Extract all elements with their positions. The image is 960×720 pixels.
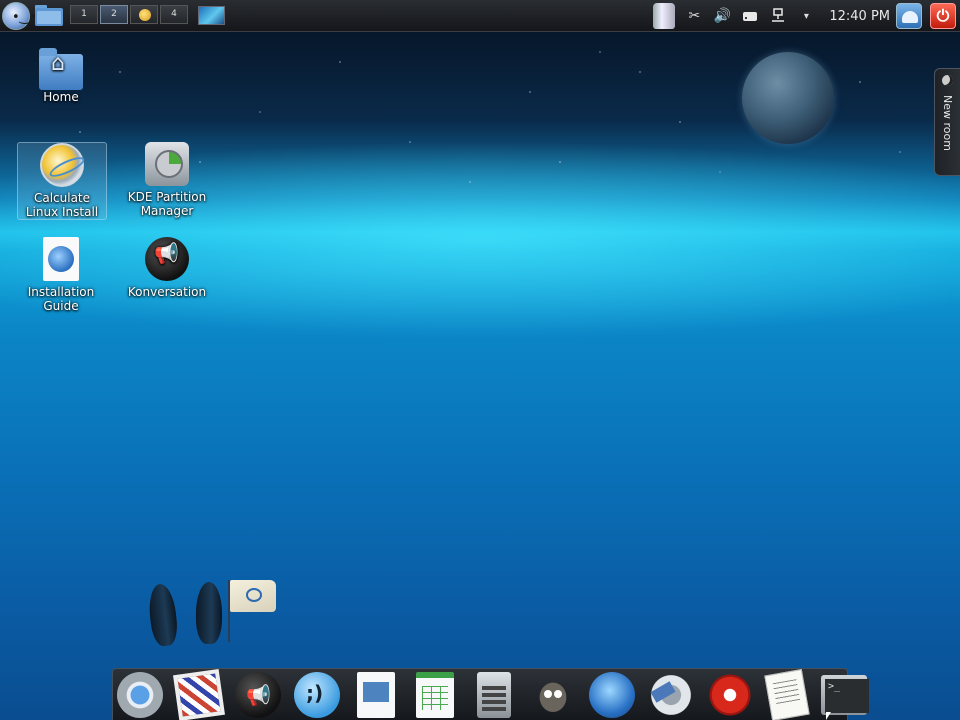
desktop-icon-konversation[interactable]: Konversation (122, 237, 212, 299)
lock-screen-icon (902, 11, 918, 23)
desktop-icon-calculate-linux-install[interactable]: Calculate Linux Install (17, 142, 107, 220)
network-icon[interactable] (769, 7, 787, 25)
dropdown-icon[interactable]: ▾ (797, 7, 815, 25)
spreadsheet-icon[interactable] (416, 671, 454, 718)
pager-desktop-3[interactable] (130, 5, 158, 24)
drive-icon[interactable] (741, 7, 759, 25)
media-red-icon[interactable] (707, 671, 753, 718)
desktop-icon-label: Konversation (127, 285, 207, 299)
pager-desktop-4[interactable]: 4 (160, 5, 188, 24)
desktop-icon-label: Calculate Linux Install (25, 191, 99, 219)
folder-icon[interactable] (34, 3, 64, 27)
top-panel: •‿• 1 2 4 ✂ 🔊 ▾ 12:40 PM ⏻ (0, 0, 960, 32)
mouse-cursor (826, 712, 831, 720)
penguin-wallpaper (196, 582, 222, 644)
activity-moon-icon (942, 75, 953, 86)
desktop-icon-installation-guide[interactable]: Installation Guide (16, 237, 106, 313)
document-globe-icon (43, 237, 79, 281)
desktop-pager: 1 2 4 (70, 5, 188, 24)
system-tray: ✂ 🔊 ▾ 12:40 PM (653, 0, 890, 32)
trash-icon[interactable] (653, 3, 676, 29)
desktop-icon-label: Installation Guide (27, 285, 95, 313)
desktop-icon-label: KDE Partition Manager (127, 190, 207, 218)
show-desktop-button[interactable] (198, 6, 225, 25)
scissors-icon[interactable]: ✂ (685, 7, 703, 25)
lock-screen-button[interactable] (896, 3, 922, 29)
partition-manager-icon (145, 142, 189, 186)
media-player-icon[interactable] (648, 671, 694, 718)
gimp-icon[interactable] (530, 671, 576, 718)
pager-desktop-2[interactable]: 2 (100, 5, 128, 24)
home-folder-icon (39, 48, 83, 90)
mail-icon[interactable] (173, 668, 225, 720)
chromium-icon[interactable] (117, 671, 163, 718)
konversation-icon[interactable] (235, 671, 281, 718)
app-dock (112, 668, 869, 720)
desktop-icon-label: Home (43, 90, 79, 104)
activity-tab[interactable]: New room (934, 68, 960, 176)
app-launcher-icon[interactable]: •‿• (2, 2, 38, 30)
kopete-icon[interactable] (294, 671, 340, 718)
panel-clock[interactable]: 12:40 PM (829, 9, 890, 24)
activity-tab-label: New room (941, 95, 954, 151)
firefox-icon[interactable] (589, 671, 635, 718)
desktop-icon-kde-partition-manager[interactable]: KDE Partition Manager (122, 142, 212, 218)
window-thumbnail-icon (139, 9, 151, 21)
terminal-icon[interactable] (821, 674, 869, 715)
desktop-icon-home[interactable]: Home (16, 48, 106, 104)
power-button[interactable]: ⏻ (930, 3, 956, 29)
installer-disc-icon (40, 143, 84, 187)
writer-icon[interactable] (357, 671, 395, 718)
calculator-icon[interactable] (477, 671, 511, 718)
volume-icon[interactable]: 🔊 (713, 7, 731, 25)
text-editor-icon[interactable] (764, 668, 810, 720)
pager-desktop-1[interactable]: 1 (70, 5, 98, 24)
power-icon: ⏻ (936, 6, 950, 25)
planet-wallpaper (742, 52, 834, 144)
penguin-wallpaper (146, 582, 180, 648)
flag-wallpaper (230, 580, 276, 612)
konversation-icon (145, 237, 189, 281)
